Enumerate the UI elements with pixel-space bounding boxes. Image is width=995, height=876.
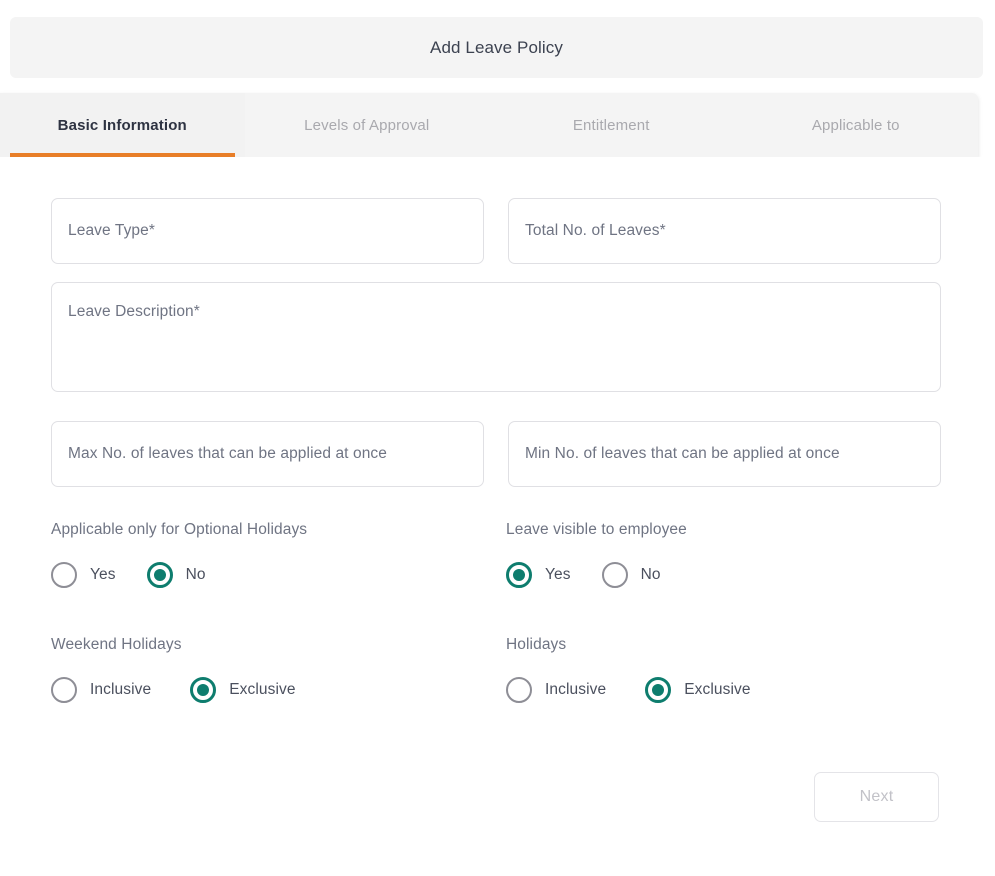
leave-description-textarea[interactable]: Leave Description*: [51, 282, 941, 392]
radio-label: Yes: [545, 566, 571, 584]
tab-label: Levels of Approval: [304, 117, 429, 134]
leave-visible-label: Leave visible to employee: [506, 521, 946, 539]
tab-applicable-to[interactable]: Applicable to: [734, 93, 979, 157]
total-leaves-input[interactable]: Total No. of Leaves*: [508, 198, 941, 264]
max-leaves-placeholder: Max No. of leaves that can be applied at…: [68, 445, 387, 463]
radio-circle-selected-icon: [190, 677, 216, 703]
optional-holidays-group: Applicable only for Optional Holidays Ye…: [51, 521, 491, 588]
optional-holidays-no[interactable]: No: [147, 562, 206, 588]
holidays-group: Holidays Inclusive Exclusive: [506, 636, 946, 703]
weekend-holidays-options: Inclusive Exclusive: [51, 677, 491, 703]
leave-visible-options: Yes No: [506, 562, 946, 588]
min-leaves-input[interactable]: Min No. of leaves that can be applied at…: [508, 421, 941, 487]
form-row-2: Leave Description*: [51, 282, 941, 392]
tab-bar: Basic Information Levels of Approval Ent…: [0, 93, 978, 157]
radio-circle-selected-icon: [506, 562, 532, 588]
radio-label: No: [641, 566, 661, 584]
radio-circle-selected-icon: [645, 677, 671, 703]
total-leaves-placeholder: Total No. of Leaves*: [525, 222, 666, 240]
form-row-3: Max No. of leaves that can be applied at…: [51, 421, 941, 487]
radio-label: No: [186, 566, 206, 584]
next-button[interactable]: Next: [814, 772, 939, 822]
radio-label: Yes: [90, 566, 116, 584]
tab-label: Applicable to: [812, 117, 900, 134]
holidays-label: Holidays: [506, 636, 946, 654]
optional-holidays-options: Yes No: [51, 562, 491, 588]
radio-label: Inclusive: [90, 681, 151, 699]
leave-visible-group: Leave visible to employee Yes No: [506, 521, 946, 588]
optional-holidays-yes[interactable]: Yes: [51, 562, 116, 588]
holidays-options: Inclusive Exclusive: [506, 677, 946, 703]
add-leave-policy-dialog: Add Leave Policy Basic Information Level…: [0, 0, 995, 876]
leave-description-placeholder: Leave Description*: [68, 304, 200, 320]
form-row-1: Leave Type* Total No. of Leaves*: [51, 198, 941, 264]
leave-visible-yes[interactable]: Yes: [506, 562, 571, 588]
weekend-holidays-inclusive[interactable]: Inclusive: [51, 677, 151, 703]
leave-visible-no[interactable]: No: [602, 562, 661, 588]
radio-label: Inclusive: [545, 681, 606, 699]
tab-label: Basic Information: [58, 117, 187, 134]
dialog-header: Add Leave Policy: [10, 17, 983, 78]
weekend-holidays-label: Weekend Holidays: [51, 636, 491, 654]
tab-basic-information[interactable]: Basic Information: [0, 93, 245, 157]
radio-label: Exclusive: [684, 681, 750, 699]
tab-label: Entitlement: [573, 117, 650, 134]
optional-holidays-label: Applicable only for Optional Holidays: [51, 521, 491, 539]
radio-circle-icon: [506, 677, 532, 703]
holidays-exclusive[interactable]: Exclusive: [645, 677, 750, 703]
next-button-label: Next: [860, 788, 894, 806]
radio-circle-icon: [51, 677, 77, 703]
weekend-holidays-exclusive[interactable]: Exclusive: [190, 677, 295, 703]
leave-type-input[interactable]: Leave Type*: [51, 198, 484, 264]
radio-circle-icon: [51, 562, 77, 588]
radio-circle-icon: [602, 562, 628, 588]
tab-entitlement[interactable]: Entitlement: [489, 93, 734, 157]
leave-type-placeholder: Leave Type*: [68, 222, 155, 240]
holidays-inclusive[interactable]: Inclusive: [506, 677, 606, 703]
radio-circle-selected-icon: [147, 562, 173, 588]
page-title: Add Leave Policy: [430, 38, 563, 58]
radio-label: Exclusive: [229, 681, 295, 699]
max-leaves-input[interactable]: Max No. of leaves that can be applied at…: [51, 421, 484, 487]
basic-information-form: Leave Type* Total No. of Leaves* Leave D…: [0, 157, 995, 876]
tab-levels-of-approval[interactable]: Levels of Approval: [245, 93, 490, 157]
weekend-holidays-group: Weekend Holidays Inclusive Exclusive: [51, 636, 491, 703]
min-leaves-placeholder: Min No. of leaves that can be applied at…: [525, 445, 840, 463]
